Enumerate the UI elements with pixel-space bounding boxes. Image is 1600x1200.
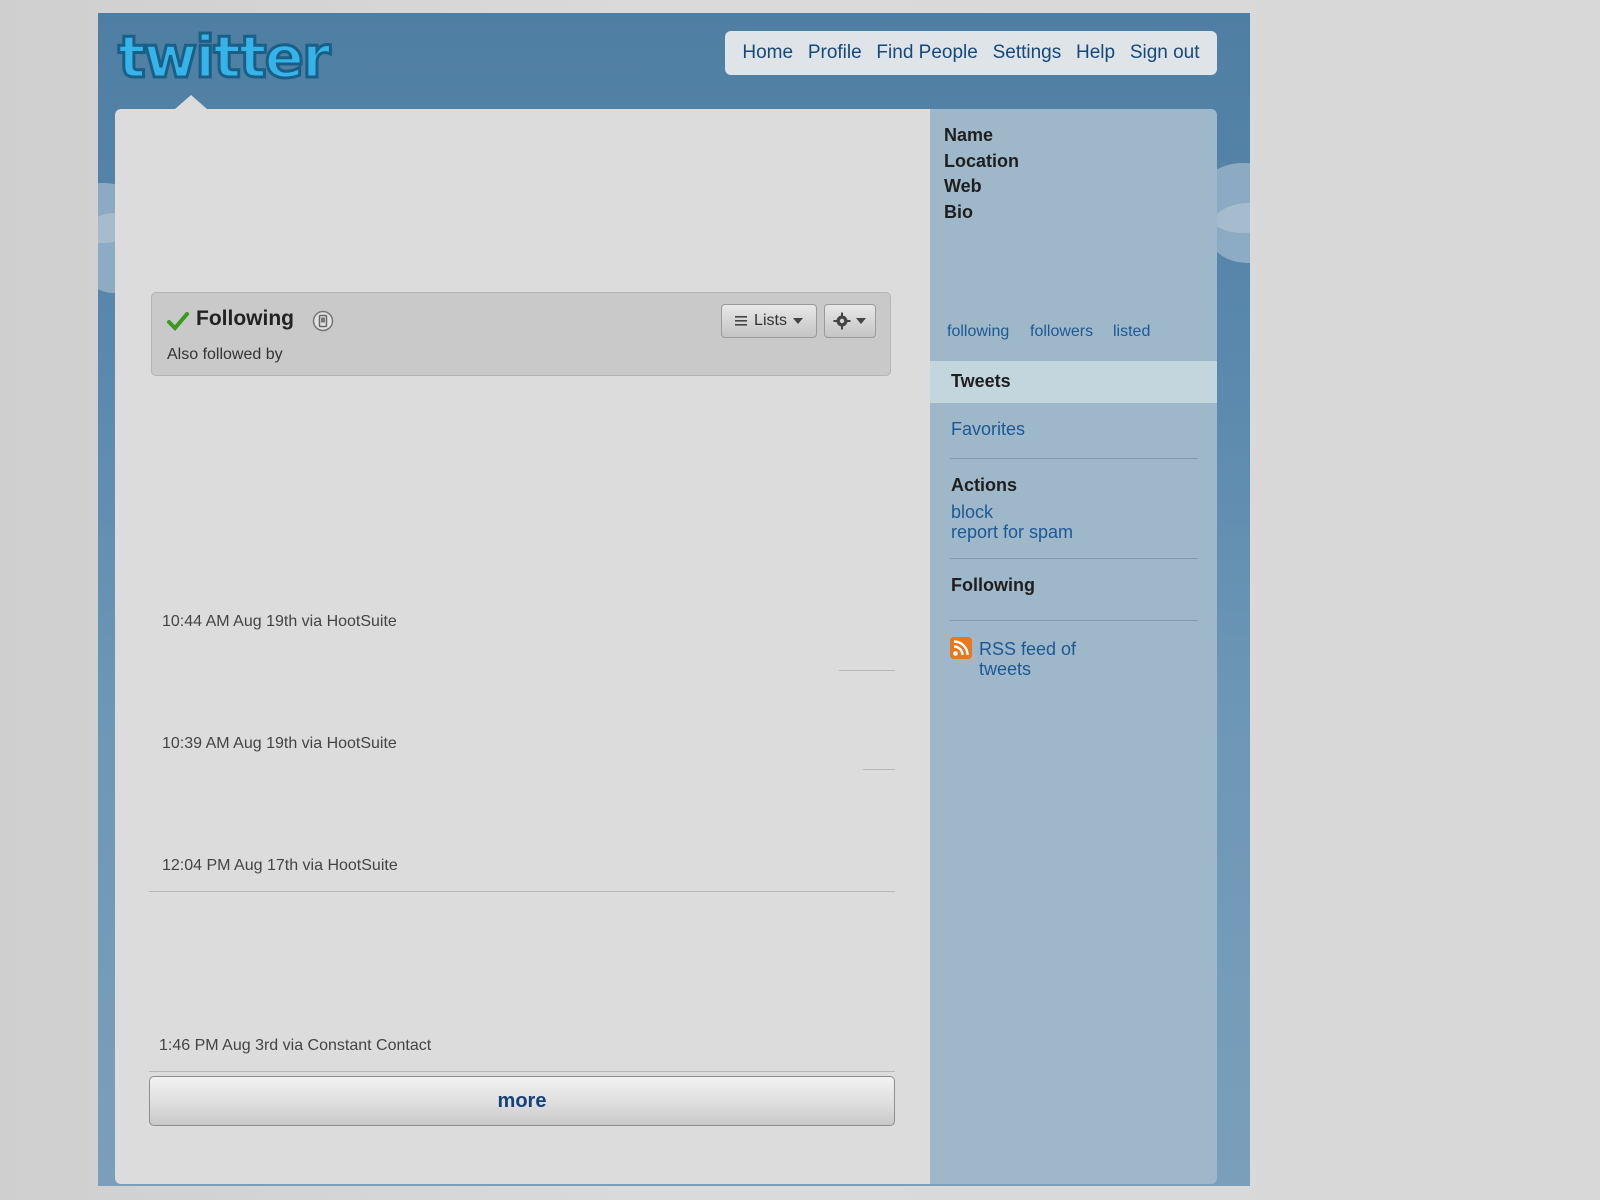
list-icon	[735, 316, 748, 326]
checkmark-icon	[167, 312, 189, 331]
rss-feed-link-tweets[interactable]: tweets	[979, 659, 1031, 680]
following-heading: Following	[951, 575, 1035, 595]
report-spam-link[interactable]: report for spam	[951, 522, 1073, 543]
twitter-logo[interactable]: twitter	[114, 27, 344, 89]
stat-following-link[interactable]: following	[947, 323, 1009, 341]
tweet-meta: 10:44 AM Aug 19th via HootSuite	[162, 613, 397, 630]
actions-heading: Actions	[951, 475, 1018, 495]
profile-location-label: Location	[944, 151, 1019, 171]
also-followed-by-label: Also followed by	[167, 346, 283, 363]
sidebar-divider	[950, 620, 1198, 621]
actions-gear-button[interactable]	[824, 304, 876, 338]
follow-status-box: Following Also followed by Lists	[151, 292, 891, 376]
stat-followers-link[interactable]: followers	[1030, 323, 1093, 341]
chevron-down-icon	[792, 318, 803, 324]
rss-icon[interactable]	[950, 637, 972, 659]
tweet-divider	[149, 891, 895, 892]
lists-button-label: Lists	[754, 312, 787, 329]
tweet-divider	[149, 1071, 895, 1072]
sidebar-tab-tweets-label: Tweets	[951, 371, 1011, 391]
tweet-meta: 1:46 PM Aug 3rd via Constant Contact	[159, 1037, 432, 1054]
lists-button[interactable]: Lists	[721, 304, 817, 338]
twitter-page-frame: twitter Home Profile Find People Setting…	[98, 13, 1250, 1186]
sidebar-tab-tweets[interactable]: Tweets	[930, 361, 1217, 403]
nav-sign-out[interactable]: Sign out	[1130, 42, 1200, 64]
main-content: Following Also followed by Lists 10:44 A…	[115, 95, 930, 1184]
sidebar-favorites-link[interactable]: Favorites	[951, 419, 1025, 440]
chevron-down-icon	[856, 318, 866, 324]
nav-help[interactable]: Help	[1076, 42, 1115, 64]
rss-feed-link[interactable]: RSS feed of	[979, 639, 1076, 660]
nav-profile[interactable]: Profile	[808, 42, 862, 64]
nav-find-people[interactable]: Find People	[876, 42, 977, 64]
sidebar-divider	[950, 558, 1198, 559]
tweet-meta: 12:04 PM Aug 17th via HootSuite	[162, 857, 398, 874]
profile-web-label: Web	[944, 176, 982, 196]
tweet-divider	[863, 769, 895, 770]
profile-bio-label: Bio	[944, 202, 973, 222]
sidebar-divider	[950, 458, 1198, 459]
nav-settings[interactable]: Settings	[993, 42, 1062, 64]
gear-icon	[833, 312, 851, 330]
main-caret	[175, 95, 207, 109]
profile-sidebar: Name Location Web Bio following follower…	[930, 109, 1217, 1184]
top-navigation: Home Profile Find People Settings Help S…	[725, 31, 1217, 75]
nav-home[interactable]: Home	[742, 42, 793, 64]
device-updates-icon[interactable]	[312, 310, 334, 332]
more-tweets-button[interactable]: more	[149, 1076, 895, 1126]
tweet-divider	[839, 670, 895, 671]
profile-name-label: Name	[944, 125, 994, 145]
following-status-label: Following	[196, 307, 294, 330]
tweet-meta: 10:39 AM Aug 19th via HootSuite	[162, 735, 397, 752]
block-link[interactable]: block	[951, 502, 993, 523]
stat-listed-link[interactable]: listed	[1113, 323, 1150, 341]
logo-text: twitter	[118, 27, 331, 89]
